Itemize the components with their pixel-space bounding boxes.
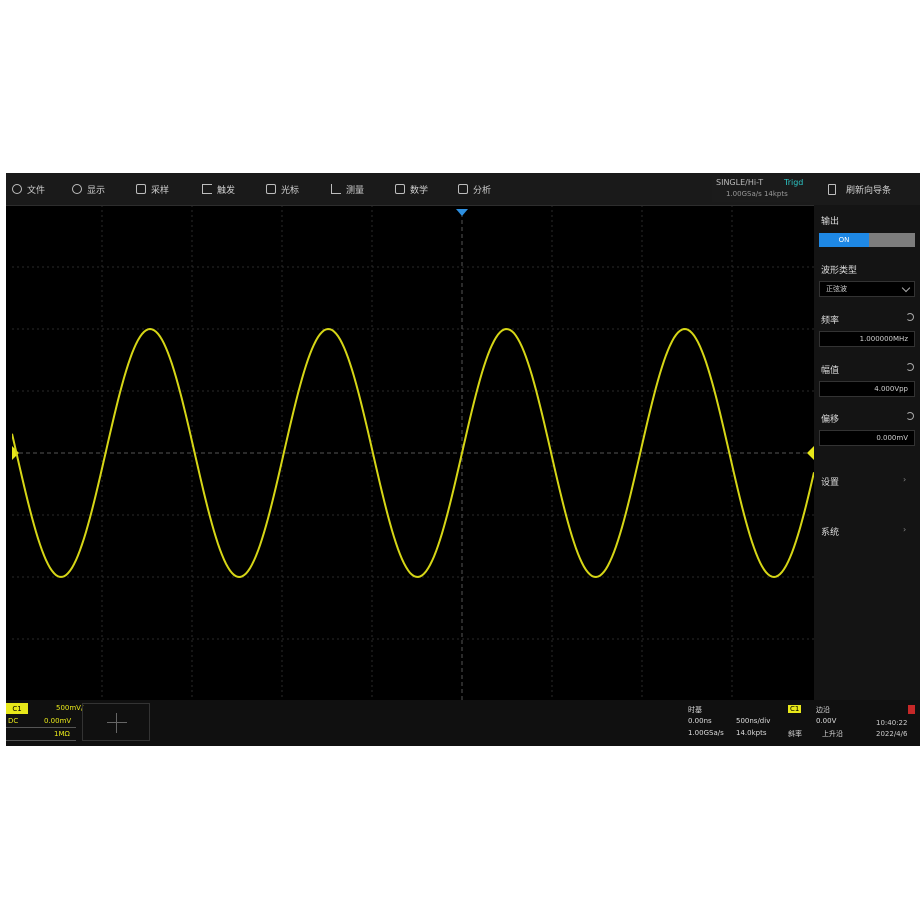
menu-file-label: 文件 — [27, 185, 46, 196]
menu-measure-label: 测量 — [346, 185, 365, 196]
timebase-box[interactable]: 时基 0.00ns 500ns/div 1.00GSa/s 14.0kpts — [686, 703, 782, 741]
setup-label: 设置 — [821, 478, 840, 488]
measure-icon — [331, 184, 341, 194]
knob-icon — [906, 412, 914, 420]
system-label: 系统 — [821, 528, 840, 538]
wave-type-label: 波形类型 — [821, 266, 858, 276]
chevron-down-icon — [901, 283, 911, 293]
timebase-memory: 14.0kpts — [736, 729, 767, 737]
channel1-label-box[interactable]: C1 500mV/ DC 0.00mV 1MΩ — [6, 703, 83, 741]
trigger-slope-label: 斜率 — [788, 730, 802, 738]
amplitude-field[interactable]: 4.000Vpp — [819, 381, 915, 397]
clock-date: 2022/4/6 — [876, 730, 908, 738]
menu-bar: 文件 显示 采样 触发 光标 测量 数学 分析 SINGLE/Hi-T Trig… — [6, 173, 920, 206]
chevron-right-icon: › — [903, 525, 907, 534]
menu-trigger[interactable]: 触发 — [202, 179, 235, 199]
menu-math-label: 数学 — [410, 185, 429, 196]
trigger-type: 边沿 — [816, 706, 830, 714]
menu-analysis-label: 分析 — [473, 185, 492, 196]
display-icon — [72, 184, 82, 194]
channel1-offset: 0.00mV — [44, 717, 72, 725]
guide-button[interactable]: 刷新向导条 — [820, 176, 920, 202]
frequency-label: 频率 — [821, 316, 840, 326]
timebase-sample-rate: 1.00GSa/s — [688, 729, 724, 737]
flag-icon — [202, 184, 212, 194]
plus-icon — [107, 722, 127, 723]
system-menu-item[interactable]: 系统 › — [814, 517, 920, 547]
menu-file[interactable]: 文件 — [12, 179, 45, 199]
trigger-slope: 上升沿 — [822, 730, 843, 738]
menu-display[interactable]: 显示 — [72, 179, 105, 199]
menu-analysis[interactable]: 分析 — [458, 179, 491, 199]
guide-label: 刷新向导条 — [846, 185, 892, 196]
wave-type-value: 正弦波 — [826, 285, 847, 293]
record-icon — [908, 705, 915, 714]
menu-math[interactable]: 数学 — [395, 179, 428, 199]
signal-generator-panel: 输出 ON 波形类型 正弦波 频率 1.000000MHz 幅值 4.000Vp… — [814, 205, 920, 700]
analysis-icon — [458, 184, 468, 194]
setup-menu-item[interactable]: 设置 › — [814, 467, 920, 497]
channel1-scale: 500mV/ — [56, 704, 84, 712]
wave-type-select[interactable]: 正弦波 — [819, 281, 915, 297]
trigger-position-marker[interactable] — [456, 209, 468, 216]
menu-trigger-label: 触发 — [217, 185, 236, 196]
acquire-icon — [136, 184, 146, 194]
amplitude-label: 幅值 — [821, 366, 840, 376]
cursor-icon — [266, 184, 276, 194]
channel1-tag: C1 — [6, 703, 28, 714]
clock-box[interactable]: 10:40:22 2022/4/6 — [872, 703, 918, 741]
trigger-level: 0.00V — [816, 717, 837, 725]
menu-cursor-label: 光标 — [281, 185, 300, 196]
center-axes — [12, 213, 814, 700]
output-label: 输出 — [821, 217, 840, 227]
menu-acquire-label: 采样 — [151, 185, 170, 196]
chevron-right-icon: › — [903, 475, 907, 484]
clock-time: 10:40:22 — [876, 719, 908, 727]
frequency-value: 1.000000MHz — [859, 335, 908, 343]
acquisition-status[interactable]: SINGLE/Hi-T Trigd 1.00GSa/s 14kpts — [712, 176, 810, 202]
oscilloscope-screen: 文件 显示 采样 触发 光标 测量 数学 分析 SINGLE/Hi-T Trig… — [6, 173, 920, 746]
knob-icon — [906, 313, 914, 321]
offset-field[interactable]: 0.000mV — [819, 430, 915, 446]
menu-display-label: 显示 — [87, 185, 106, 196]
trigger-source: C1 — [788, 705, 802, 713]
help-icon — [828, 183, 836, 195]
timebase-scale: 500ns/div — [736, 717, 771, 725]
trigger-box[interactable]: C1 边沿 0.00V 斜率 上升沿 — [786, 703, 864, 741]
menu-acquire[interactable]: 采样 — [136, 179, 169, 199]
sample-rate-status: 1.00GSa/s 14kpts — [726, 190, 788, 198]
timebase-label: 时基 — [688, 706, 702, 714]
waveform-display[interactable] — [12, 205, 814, 700]
trigger-status: Trigd — [784, 178, 804, 187]
channel1-row: DC 0.00mV — [6, 715, 76, 728]
output-toggle[interactable]: ON — [819, 233, 915, 247]
power-icon — [12, 184, 22, 194]
channel1-coupling: DC — [8, 717, 19, 725]
amplitude-value: 4.000Vpp — [874, 385, 908, 393]
channel1-row: 1MΩ — [6, 728, 76, 741]
offset-label: 偏移 — [821, 415, 840, 425]
acquisition-mode: SINGLE/Hi-T — [716, 178, 764, 187]
bottom-status-bar: C1 500mV/ DC 0.00mV 1MΩ 时基 0.00ns 500ns/… — [6, 700, 920, 746]
channel1-impedance: 1MΩ — [54, 730, 70, 738]
trigger-level-marker[interactable] — [807, 446, 814, 460]
add-channel-button[interactable] — [82, 703, 150, 741]
menu-measure[interactable]: 测量 — [331, 179, 364, 199]
offset-value: 0.000mV — [876, 434, 908, 442]
output-toggle-on: ON — [819, 233, 869, 247]
frequency-field[interactable]: 1.000000MHz — [819, 331, 915, 347]
knob-icon — [906, 363, 914, 371]
timebase-delay: 0.00ns — [688, 717, 712, 725]
menu-cursor[interactable]: 光标 — [266, 179, 299, 199]
math-icon — [395, 184, 405, 194]
